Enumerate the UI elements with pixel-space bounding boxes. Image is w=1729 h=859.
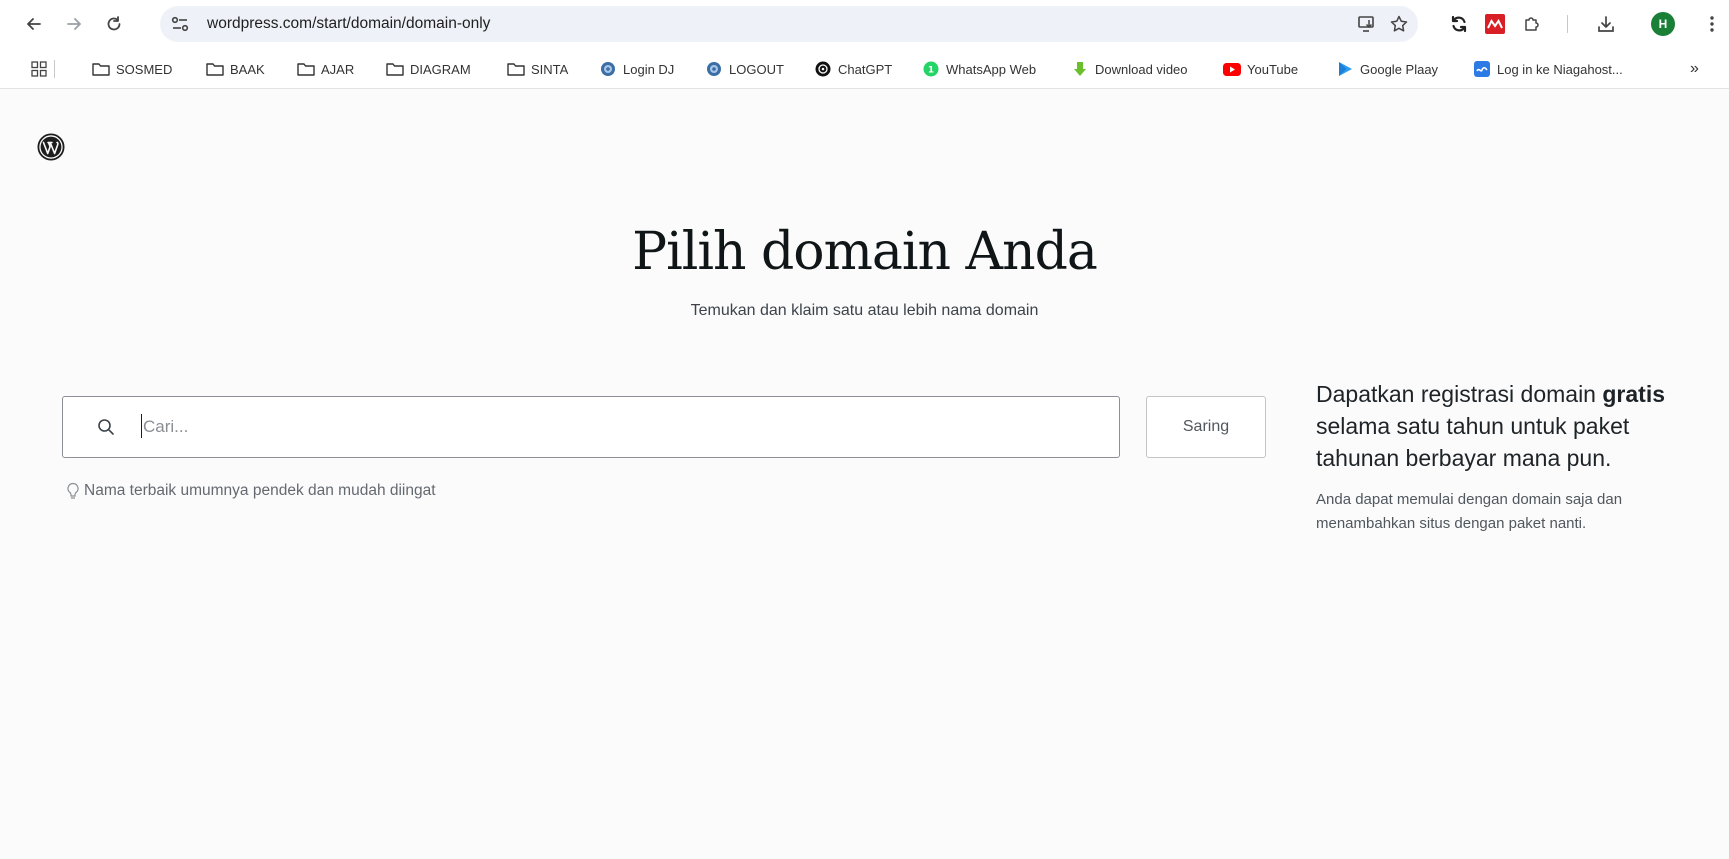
youtube-icon — [1223, 61, 1241, 77]
globe-icon — [599, 61, 617, 77]
promo-title: Dapatkan registrasi domain gratis selama… — [1316, 378, 1676, 474]
bookmark-sosmed[interactable]: SOSMED — [92, 58, 172, 80]
bookmark-label: SOSMED — [116, 61, 173, 77]
globe-icon — [705, 61, 723, 77]
page-title: Pilih domain Anda — [632, 222, 1098, 282]
bookmark-baak[interactable]: BAAK — [206, 58, 265, 80]
browser-toolbar: wordpress.com/start/domain/domain-only H — [0, 0, 1729, 49]
bookmark-whatsapp-web[interactable]: 1 WhatsApp Web — [922, 58, 1036, 80]
reload-icon — [107, 16, 121, 31]
back-arrow-icon — [27, 18, 41, 30]
forward-button[interactable] — [60, 10, 88, 38]
reload-button[interactable] — [100, 10, 128, 38]
folder-icon — [386, 61, 404, 77]
whatsapp-icon: 1 — [922, 61, 940, 77]
text-caret — [141, 414, 142, 438]
domain-search-input[interactable] — [143, 409, 1093, 445]
toolbar-divider — [1567, 15, 1568, 33]
bookmark-label: LOGOUT — [729, 61, 784, 77]
bookmark-diagram[interactable]: DIAGRAM — [386, 58, 471, 80]
bookmark-label: Download video — [1095, 61, 1188, 77]
bookmark-label: DIAGRAM — [410, 61, 471, 77]
bookmark-label: Login DJ — [623, 61, 675, 77]
folder-icon — [92, 61, 110, 77]
bookmarks-bar: SOSMED BAAK AJAR DIAGRAM SINTA Login DJ … — [0, 49, 1729, 89]
url-text[interactable]: wordpress.com/start/domain/domain-only — [207, 15, 490, 33]
google-play-icon — [1336, 61, 1354, 77]
search-icon — [98, 419, 114, 435]
profile-avatar[interactable]: H — [1651, 12, 1675, 36]
bookmark-label: Google Plaay — [1360, 61, 1439, 77]
bookmarks-divider — [54, 60, 55, 78]
bookmark-google-plaay[interactable]: Google Plaay — [1336, 58, 1438, 80]
bookmark-logout[interactable]: LOGOUT — [705, 58, 784, 80]
bookmarks-overflow-button[interactable]: » — [1690, 58, 1699, 80]
page-subtitle: Temukan dan klaim satu atau lebih nama d… — [690, 302, 1039, 319]
search-hint: Nama terbaik umumnya pendek dan mudah di… — [65, 482, 436, 500]
chrome-menu-icon[interactable] — [1700, 12, 1724, 36]
bookmark-label: ChatGPT — [838, 61, 893, 77]
site-info-icon[interactable] — [170, 14, 190, 34]
download-arrow-icon — [1071, 61, 1089, 77]
apps-grid-icon — [30, 61, 48, 77]
bookmark-youtube[interactable]: YouTube — [1223, 58, 1298, 80]
forward-arrow-icon — [67, 18, 81, 30]
bookmark-label: Log in ke Niagahost... — [1497, 61, 1623, 77]
address-bar[interactable]: wordpress.com/start/domain/domain-only — [160, 6, 1418, 42]
bookmark-label: BAAK — [230, 61, 265, 77]
bookmark-label: SINTA — [531, 61, 569, 77]
lightbulb-icon — [67, 482, 79, 499]
downloads-icon[interactable] — [1594, 12, 1618, 36]
filter-button[interactable]: Saring — [1146, 396, 1266, 458]
extensions-puzzle-icon[interactable] — [1520, 12, 1544, 36]
apps-grid-button[interactable] — [30, 58, 54, 80]
bookmark-sinta[interactable]: SINTA — [507, 58, 568, 80]
chatgpt-icon — [814, 61, 832, 77]
bookmark-star-icon[interactable] — [1388, 14, 1410, 34]
search-hint-text: Nama terbaik umumnya pendek dan mudah di… — [84, 482, 436, 499]
folder-icon — [297, 61, 315, 77]
domain-search-box[interactable] — [62, 396, 1120, 458]
bookmark-niagahoster[interactable]: Log in ke Niagahost... — [1473, 58, 1623, 80]
promo-description: Anda dapat memulai dengan domain saja da… — [1316, 491, 1623, 532]
bookmark-label: AJAR — [321, 61, 355, 77]
wordpress-logo-icon[interactable] — [37, 133, 65, 161]
bookmark-download-video[interactable]: Download video — [1071, 58, 1188, 80]
mendeley-extension-icon[interactable] — [1483, 12, 1507, 36]
bookmark-label: YouTube — [1247, 61, 1299, 77]
sync-extension-icon[interactable] — [1447, 12, 1471, 36]
bookmark-ajar[interactable]: AJAR — [297, 58, 354, 80]
promo-title-end: selama satu tahun untuk paket tahunan be… — [1316, 413, 1630, 471]
free-domain-promo: Dapatkan registrasi domain gratis selama… — [1316, 378, 1676, 536]
bookmark-chatgpt[interactable]: ChatGPT — [814, 58, 892, 80]
bookmark-login-dj[interactable]: Login DJ — [599, 58, 674, 80]
promo-title-bold: gratis — [1602, 381, 1666, 407]
promo-title-start: Dapatkan registrasi domain — [1316, 381, 1603, 407]
folder-icon — [507, 61, 525, 77]
bookmark-label: WhatsApp Web — [946, 61, 1037, 77]
svg-text:1: 1 — [928, 66, 934, 76]
folder-icon — [206, 61, 224, 77]
niagahoster-icon — [1473, 61, 1491, 77]
back-button[interactable] — [20, 10, 48, 38]
install-app-icon[interactable] — [1356, 14, 1378, 34]
